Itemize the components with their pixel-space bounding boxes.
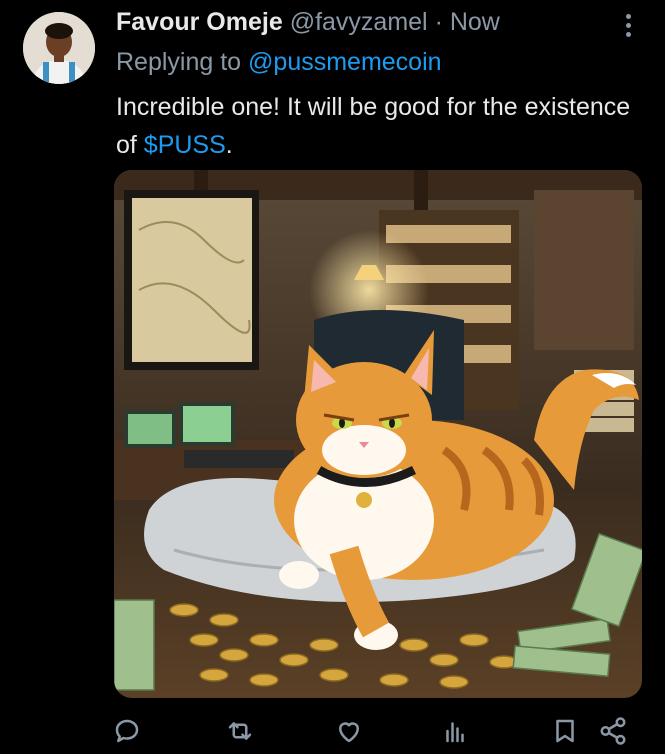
tweet-header: Favour Omeje @favyzamel · Now xyxy=(116,6,500,38)
share-icon[interactable] xyxy=(598,716,628,746)
like-icon[interactable] xyxy=(334,716,364,746)
replying-to: Replying to @pussmemecoin xyxy=(116,46,442,78)
separator-dot: · xyxy=(434,8,443,36)
avatar[interactable] xyxy=(23,12,95,84)
replying-to-label: Replying to xyxy=(116,48,242,76)
tweet-actions xyxy=(0,700,665,754)
tweet-media[interactable] xyxy=(114,170,642,698)
avatar-image xyxy=(23,12,95,84)
cashtag-link[interactable]: $PUSS xyxy=(144,131,226,159)
bookmark-icon[interactable] xyxy=(550,716,580,746)
retweet-icon[interactable] xyxy=(225,716,255,746)
timestamp[interactable]: Now xyxy=(450,8,500,36)
views-icon[interactable] xyxy=(440,716,470,746)
author-name[interactable]: Favour Omeje xyxy=(116,8,283,36)
more-options-icon[interactable] xyxy=(619,10,637,40)
reply-icon[interactable] xyxy=(112,716,142,746)
tweet-text-end: . xyxy=(225,131,233,159)
replying-to-handle[interactable]: @pussmemecoin xyxy=(248,48,442,76)
cat-on-pillow-with-coins-image xyxy=(114,170,642,698)
tweet-text: Incredible one! It will be good for the … xyxy=(116,88,636,164)
author-handle[interactable]: @favyzamel xyxy=(290,8,428,36)
